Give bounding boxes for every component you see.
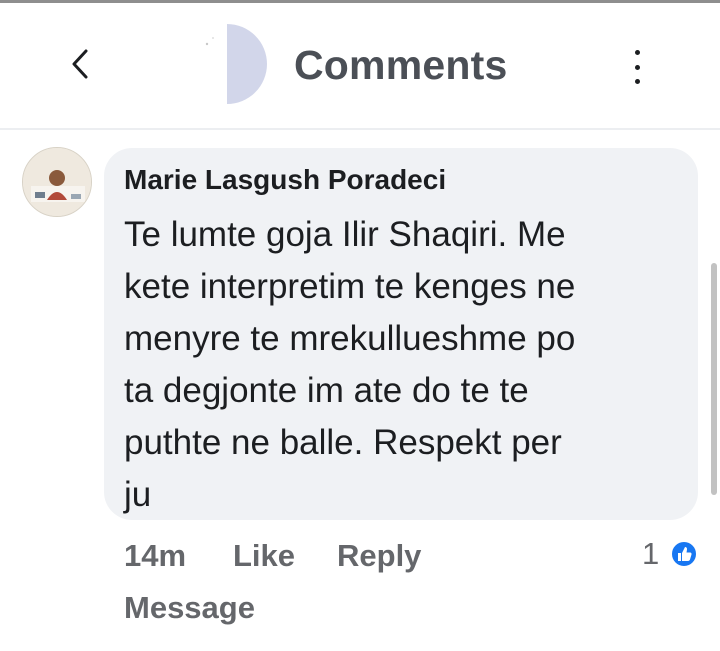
scrollbar[interactable] <box>711 263 717 495</box>
header-divider <box>0 128 720 130</box>
comment-text: Te lumte goja Ilir Shaqiri. Me kete inte… <box>124 215 576 514</box>
comment-timestamp: 14m <box>124 538 187 573</box>
page-title: Comments <box>294 42 508 88</box>
chevron-left-icon <box>72 49 88 79</box>
profile-picture-icon <box>205 24 267 104</box>
comment-author[interactable]: Marie Lasgush Poradeci <box>124 164 446 196</box>
reaction-count[interactable]: 1 <box>642 536 659 572</box>
like-button[interactable]: Like <box>233 538 295 574</box>
back-button[interactable] <box>60 44 100 84</box>
ellipsis-dot <box>634 79 640 84</box>
reply-button[interactable]: Reply <box>337 538 421 574</box>
vertical-ellipsis-icon <box>634 50 640 55</box>
more-options-button[interactable] <box>622 50 652 84</box>
user-photo-icon <box>23 148 91 216</box>
ellipsis-dot <box>634 64 640 70</box>
thumbs-up-icon <box>670 540 698 568</box>
message-button[interactable]: Message <box>124 590 255 626</box>
avatar[interactable] <box>22 147 92 217</box>
